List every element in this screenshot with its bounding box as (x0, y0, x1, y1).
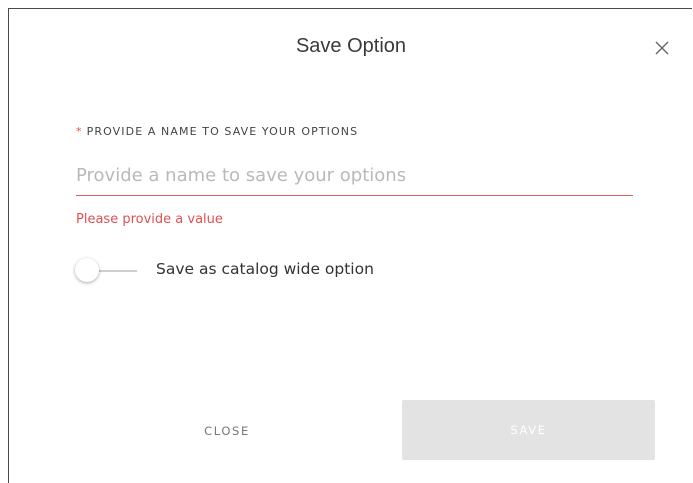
catalog-wide-toggle[interactable] (75, 257, 139, 285)
close-button[interactable]: CLOSE (177, 419, 277, 443)
close-icon[interactable] (653, 39, 671, 57)
required-marker: * (76, 125, 83, 138)
name-field-label: * PROVIDE A NAME TO SAVE YOUR OPTIONS (76, 125, 358, 138)
dialog-title: Save Option (295, 35, 407, 57)
validation-error-message: Please provide a value (76, 212, 223, 227)
save-option-dialog: Save Option * PROVIDE A NAME TO SAVE YOUR… (8, 8, 692, 483)
option-name-input[interactable] (76, 155, 633, 196)
catalog-wide-toggle-label: Save as catalog wide option (156, 260, 374, 278)
name-field-label-text: PROVIDE A NAME TO SAVE YOUR OPTIONS (86, 125, 359, 138)
toggle-knob (75, 258, 99, 282)
save-button[interactable]: SAVE (402, 400, 655, 460)
